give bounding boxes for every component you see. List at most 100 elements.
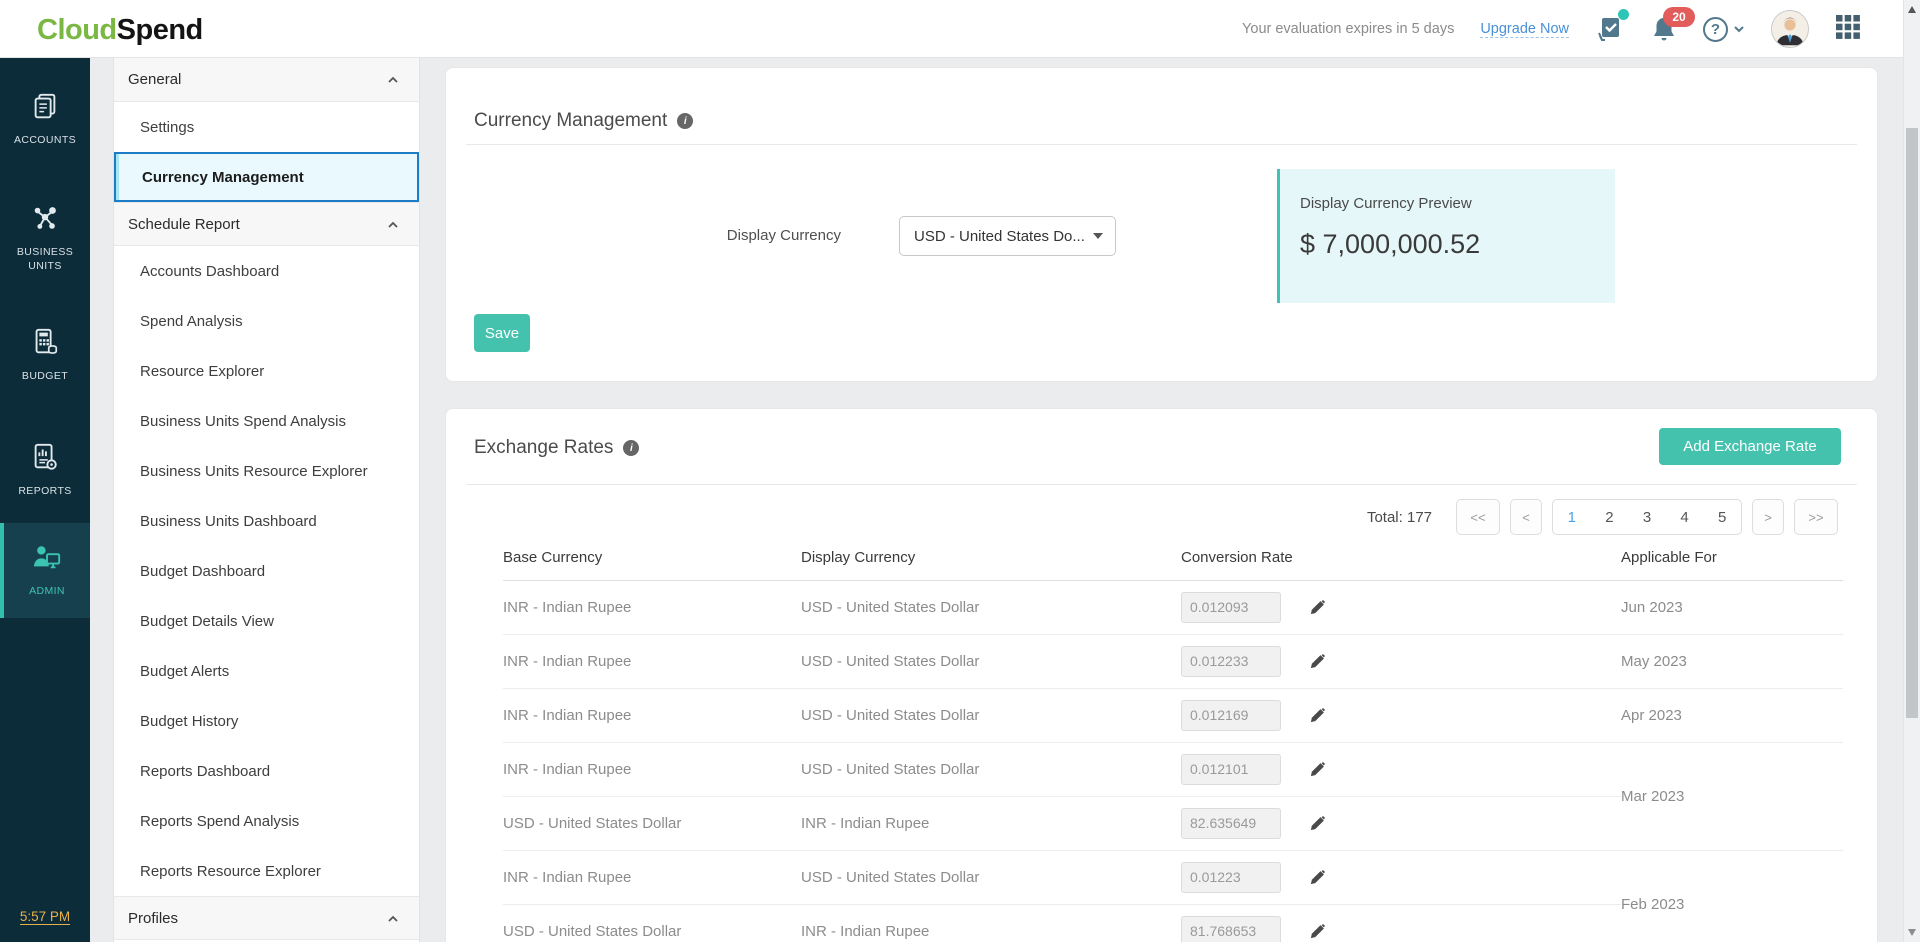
base-currency-cell: INR - Indian Rupee	[503, 688, 801, 742]
sidebar-item-reports[interactable]: REPORTS	[0, 428, 90, 513]
display-currency-label: Display Currency	[586, 226, 841, 246]
scroll-down-arrow-icon[interactable]	[1908, 929, 1916, 936]
sidebar-item-business-units[interactable]: BUSINESS UNITS	[0, 188, 90, 288]
scrollbar-thumb[interactable]	[1906, 128, 1918, 718]
section-label: Schedule Report	[128, 216, 240, 233]
info-icon[interactable]: i	[677, 113, 693, 129]
pagination-pages: 1 2 3 4 5	[1552, 499, 1742, 535]
pagination-page-2[interactable]: 2	[1605, 509, 1613, 526]
col-conversion-rate: Conversion Rate	[1181, 536, 1621, 580]
menu-section-profiles[interactable]: Profiles	[114, 896, 419, 940]
conversion-rate-input[interactable]	[1181, 862, 1281, 893]
menu-item-settings[interactable]: Settings	[114, 102, 419, 152]
conversion-rate-cell	[1181, 742, 1621, 796]
edit-rate-icon[interactable]	[1309, 761, 1326, 778]
menu-item-budget-history[interactable]: Budget History	[114, 696, 419, 746]
header-actions: Your evaluation expires in 5 days Upgrad…	[1242, 0, 1861, 58]
exchange-rates-panel: Exchange Rates i Add Exchange Rate Total…	[445, 408, 1878, 942]
menu-section-schedule-report[interactable]: Schedule Report	[114, 202, 419, 246]
sidebar-item-label: ADMIN	[29, 585, 65, 599]
pagination-page-1[interactable]: 1	[1568, 509, 1576, 526]
base-currency-cell: INR - Indian Rupee	[503, 850, 801, 904]
edit-rate-icon[interactable]	[1309, 599, 1326, 616]
conversion-rate-cell	[1181, 904, 1621, 942]
divider	[466, 144, 1857, 145]
display-currency-cell: USD - United States Dollar	[801, 688, 1181, 742]
table-header-row: Base Currency Display Currency Conversio…	[503, 536, 1843, 580]
display-currency-cell: INR - Indian Rupee	[801, 904, 1181, 942]
edit-rate-icon[interactable]	[1309, 653, 1326, 670]
menu-item-reports-dashboard[interactable]: Reports Dashboard	[114, 746, 419, 796]
conversion-rate-input[interactable]	[1181, 808, 1281, 839]
display-currency-cell: USD - United States Dollar	[801, 742, 1181, 796]
scroll-up-arrow-icon[interactable]	[1908, 6, 1916, 13]
edit-rate-icon[interactable]	[1309, 923, 1326, 940]
notifications-bell-icon[interactable]: 20	[1651, 15, 1677, 43]
edit-rate-icon[interactable]	[1309, 815, 1326, 832]
pagination-page-5[interactable]: 5	[1718, 509, 1726, 526]
base-currency-cell: INR - Indian Rupee	[503, 634, 801, 688]
exchange-rates-table: Base Currency Display Currency Conversio…	[503, 536, 1843, 942]
add-exchange-rate-button[interactable]: Add Exchange Rate	[1659, 428, 1841, 465]
pagination-next-button[interactable]: >	[1752, 499, 1784, 535]
help-menu[interactable]: ?	[1703, 17, 1745, 42]
caret-down-icon	[1093, 233, 1103, 239]
apps-grid-icon[interactable]	[1835, 14, 1861, 45]
menu-section-general[interactable]: General	[114, 58, 419, 102]
display-currency-preview: Display Currency Preview $ 7,000,000.52	[1277, 169, 1615, 303]
edit-rate-icon[interactable]	[1309, 707, 1326, 724]
menu-item-reports-spend-analysis[interactable]: Reports Spend Analysis	[114, 796, 419, 846]
vertical-scrollbar[interactable]	[1903, 0, 1920, 942]
chevron-up-icon	[387, 910, 399, 927]
conversion-rate-cell	[1181, 580, 1621, 634]
sidebar-item-label: BUDGET	[22, 370, 68, 384]
exchange-rates-title: Exchange Rates	[474, 437, 613, 459]
menu-item-resource-explorer[interactable]: Resource Explorer	[114, 346, 419, 396]
pagination-page-3[interactable]: 3	[1643, 509, 1651, 526]
menu-item-spend-analysis[interactable]: Spend Analysis	[114, 296, 419, 346]
display-currency-value: USD - United States Do...	[914, 228, 1087, 245]
time-label[interactable]: 5:57 PM	[20, 909, 70, 925]
pagination-first-button[interactable]: <<	[1456, 499, 1500, 535]
menu-item-business-units-spend-analysis[interactable]: Business Units Spend Analysis	[114, 396, 419, 446]
primary-sidebar: ADMIN REPORTS BUDGET BUSINESS UNITS ACCOUNTS…	[0, 58, 90, 942]
menu-item-budget-alerts[interactable]: Budget Alerts	[114, 646, 419, 696]
menu-item-business-units-resource-explorer[interactable]: Business Units Resource Explorer	[114, 446, 419, 496]
info-icon[interactable]: i	[623, 440, 639, 456]
pagination-last-button[interactable]: >>	[1794, 499, 1838, 535]
menu-item-accounts-dashboard[interactable]: Accounts Dashboard	[114, 246, 419, 296]
menu-item-budget-details-view[interactable]: Budget Details View	[114, 596, 419, 646]
conversion-rate-input[interactable]	[1181, 754, 1281, 785]
sidebar-item-budget[interactable]: BUDGET	[0, 313, 90, 398]
conversion-rate-cell	[1181, 850, 1621, 904]
edit-rate-icon[interactable]	[1309, 869, 1326, 886]
menu-item-budget-dashboard[interactable]: Budget Dashboard	[114, 546, 419, 596]
conversion-rate-input[interactable]	[1181, 646, 1281, 677]
menu-item-business-units-dashboard[interactable]: Business Units Dashboard	[114, 496, 419, 546]
conversion-rate-input[interactable]	[1181, 700, 1281, 731]
menu-item-currency-management[interactable]: Currency Management	[114, 152, 419, 202]
sidebar-item-admin[interactable]: ADMIN	[0, 523, 90, 618]
table-row: INR - Indian RupeeUSD - United States Do…	[503, 580, 1843, 634]
sidebar-item-accounts[interactable]: ACCOUNTS	[0, 80, 90, 158]
display-currency-cell: USD - United States Dollar	[801, 850, 1181, 904]
sidebar-item-label: REPORTS	[18, 485, 71, 499]
display-currency-cell: USD - United States Dollar	[801, 634, 1181, 688]
applicable-for-cell: Jun 2023	[1621, 580, 1843, 634]
upgrade-now-link[interactable]: Upgrade Now	[1480, 21, 1569, 38]
menu-item-reports-resource-explorer[interactable]: Reports Resource Explorer	[114, 846, 419, 896]
divider	[466, 484, 1857, 485]
conversion-rate-input[interactable]	[1181, 916, 1281, 942]
pagination-page-4[interactable]: 4	[1680, 509, 1688, 526]
user-avatar[interactable]	[1771, 10, 1809, 48]
save-button[interactable]: Save	[474, 314, 530, 352]
chevron-down-icon	[1733, 25, 1745, 33]
display-currency-select[interactable]: USD - United States Do...	[899, 216, 1116, 256]
whats-new-dot	[1618, 9, 1629, 20]
pagination-prev-button[interactable]: <	[1510, 499, 1542, 535]
preview-title: Display Currency Preview	[1300, 195, 1615, 212]
display-currency-cell: USD - United States Dollar	[801, 580, 1181, 634]
applicable-for-cell: Feb 2023	[1621, 850, 1843, 942]
conversion-rate-input[interactable]	[1181, 592, 1281, 623]
whats-new-icon[interactable]	[1595, 14, 1625, 44]
